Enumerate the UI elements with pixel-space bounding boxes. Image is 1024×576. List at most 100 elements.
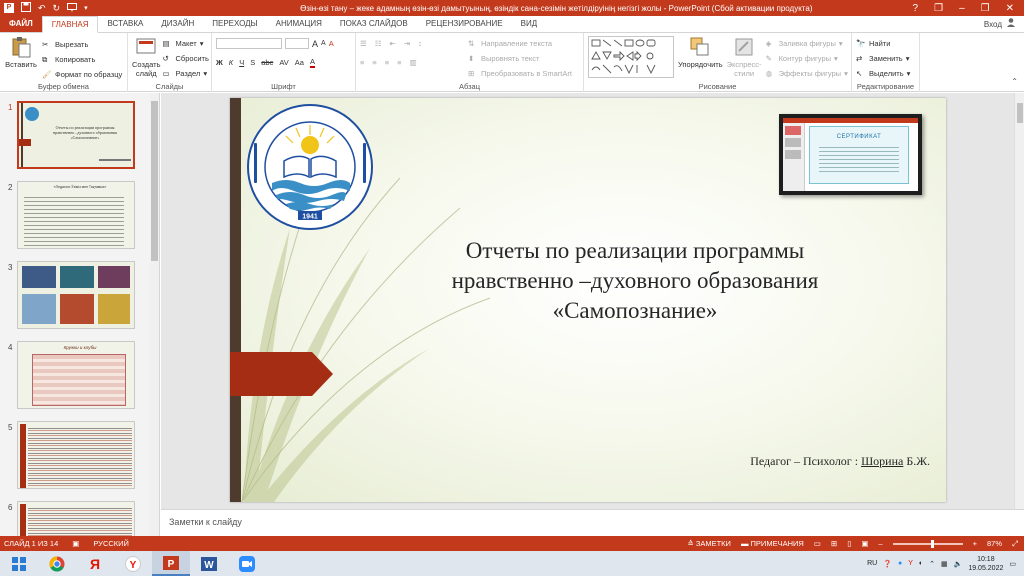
- shape-fill-button[interactable]: ◈ Заливка фигуры ▾: [766, 36, 848, 51]
- slide-canvas[interactable]: 1941 СЕРТИФИКАТ Отчеты по реализации про…: [230, 98, 946, 502]
- slide-title[interactable]: Отчеты по реализации программы нравствен…: [410, 236, 860, 326]
- notes-toggle[interactable]: ≙ ЗАМЕТКИ: [687, 539, 731, 548]
- customize-qat-icon[interactable]: ▾: [84, 4, 88, 12]
- replace-button[interactable]: ⇄ Заменить ▾: [856, 51, 915, 66]
- volume-icon[interactable]: 🔈: [954, 560, 963, 568]
- taskbar-yandex-browser[interactable]: Y: [114, 551, 152, 576]
- language-indicator[interactable]: РУССКИЙ: [93, 539, 129, 548]
- network-icon[interactable]: ▦: [941, 560, 948, 568]
- taskbar-chrome[interactable]: [38, 551, 76, 576]
- strikethrough-button[interactable]: abc: [261, 58, 273, 67]
- grow-font-button[interactable]: A: [312, 39, 318, 49]
- tab-slideshow[interactable]: ПОКАЗ СЛАЙДОВ: [331, 16, 417, 32]
- close-button[interactable]: ✕: [1006, 3, 1014, 14]
- zoom-in-button[interactable]: +: [973, 539, 977, 548]
- input-language[interactable]: RU: [867, 560, 877, 567]
- align-text-button[interactable]: ⬍ Выровнять текст: [468, 51, 572, 66]
- cut-button[interactable]: ✂ Вырезать: [42, 37, 122, 52]
- collapse-ribbon-icon[interactable]: ⌃: [1011, 33, 1024, 91]
- clear-format-button[interactable]: A: [329, 39, 334, 48]
- italic-button[interactable]: К: [229, 58, 233, 67]
- zoom-slider[interactable]: [892, 539, 963, 548]
- numbering-icon[interactable]: ☷: [375, 39, 382, 48]
- normal-view-icon[interactable]: ▭: [814, 539, 821, 548]
- tab-review[interactable]: РЕЦЕНЗИРОВАНИЕ: [417, 16, 512, 32]
- bullets-icon[interactable]: ☰: [360, 39, 367, 48]
- columns-icon[interactable]: ▥: [410, 58, 417, 67]
- slide-thumbnails-pane[interactable]: 1 Отчеты по реализации программы нравств…: [0, 93, 160, 536]
- slide-thumbnail-6[interactable]: 6: [0, 501, 150, 536]
- clock[interactable]: 10:18 19.05.2022: [968, 555, 1003, 573]
- align-left-icon[interactable]: ≡: [360, 58, 364, 67]
- justify-icon[interactable]: ≡: [397, 58, 401, 67]
- reset-button[interactable]: ↺ Сбросить: [163, 51, 209, 66]
- select-button[interactable]: ↖ Выделить ▾: [856, 66, 915, 81]
- slide-sorter-icon[interactable]: ⊞: [831, 539, 837, 548]
- increase-indent-icon[interactable]: ⇥: [404, 39, 410, 48]
- slide-thumbnail-1[interactable]: 1 Отчеты по реализации программы нравств…: [0, 101, 150, 171]
- font-size-input[interactable]: [285, 38, 309, 49]
- format-painter-button[interactable]: 🖌 Формат по образцу: [42, 67, 122, 82]
- tray-icon[interactable]: Y: [908, 560, 913, 567]
- scrollbar-thumb[interactable]: [1017, 103, 1023, 123]
- zoom-percent[interactable]: 87%: [987, 539, 1002, 548]
- shadow-button[interactable]: S: [250, 58, 255, 67]
- chevron-up-icon[interactable]: ⌃: [929, 560, 935, 568]
- zoom-out-button[interactable]: –: [878, 539, 882, 548]
- tab-home[interactable]: ГЛАВНАЯ: [41, 16, 99, 33]
- tab-view[interactable]: ВИД: [512, 16, 547, 32]
- spellcheck-icon[interactable]: ▣: [72, 539, 79, 548]
- layout-button[interactable]: ▤ Макет ▾: [163, 36, 209, 51]
- notifications-icon[interactable]: ▭: [1009, 560, 1016, 568]
- font-color-button[interactable]: A: [309, 57, 315, 68]
- bold-button[interactable]: Ж: [216, 58, 223, 67]
- slide-thumbnail-4[interactable]: 4 Кружки и клубы: [0, 341, 150, 411]
- underline-button[interactable]: Ч: [239, 58, 244, 67]
- taskbar-word[interactable]: W: [190, 551, 228, 576]
- present-from-start-icon[interactable]: [67, 2, 78, 14]
- align-center-icon[interactable]: ≡: [372, 58, 376, 67]
- save-icon[interactable]: [21, 2, 31, 14]
- tab-animations[interactable]: АНИМАЦИЯ: [267, 16, 331, 32]
- change-case-button[interactable]: Aa: [295, 58, 304, 67]
- ribbon-display-button[interactable]: ❐: [934, 3, 943, 14]
- line-spacing-icon[interactable]: ↕: [418, 39, 422, 48]
- slide-subtitle[interactable]: Педагог – Психолог : Шорина Б.Ж.: [670, 454, 930, 469]
- tab-insert[interactable]: ВСТАВКА: [98, 16, 152, 32]
- shrink-font-button[interactable]: A: [321, 40, 326, 47]
- zoom-slider-knob[interactable]: [931, 539, 935, 548]
- taskbar-zoom[interactable]: [228, 551, 266, 576]
- fit-to-window-icon[interactable]: ⤢: [1012, 539, 1018, 549]
- smartart-button[interactable]: ⊞ Преобразовать в SmartArt: [468, 66, 572, 81]
- thumbnails-scrollbar[interactable]: [150, 93, 159, 536]
- tab-transitions[interactable]: ПЕРЕХОДЫ: [203, 16, 266, 32]
- section-button[interactable]: ▭ Раздел ▾: [163, 66, 209, 81]
- undo-icon[interactable]: ↶: [38, 3, 46, 14]
- maximize-button[interactable]: ❐: [981, 3, 990, 14]
- scrollbar-thumb[interactable]: [151, 101, 158, 261]
- slide-thumbnail-5[interactable]: 5: [0, 421, 150, 491]
- decrease-indent-icon[interactable]: ⇤: [389, 39, 395, 48]
- notes-pane[interactable]: Заметки к слайду: [161, 509, 1024, 536]
- slideshow-icon[interactable]: ▣: [861, 539, 868, 548]
- help-tray-icon[interactable]: ❓: [883, 560, 892, 568]
- shape-effects-button[interactable]: ◍ Эффекты фигуры ▾: [766, 66, 848, 81]
- comments-toggle[interactable]: ▬ ПРИМЕЧАНИЯ: [741, 539, 804, 548]
- find-button[interactable]: 🔭 Найти: [856, 36, 915, 51]
- help-button[interactable]: ?: [913, 3, 919, 14]
- text-direction-button[interactable]: ⇅ Направление текста: [468, 36, 572, 51]
- sign-in[interactable]: Вход: [984, 17, 1024, 32]
- tray-icon[interactable]: ◐: [919, 560, 923, 567]
- slide-thumbnail-3[interactable]: 3: [0, 261, 150, 331]
- slide-thumbnail-2[interactable]: 2 «Педагоги Ўзіміз мен Тақтамыз»: [0, 181, 150, 251]
- taskbar-powerpoint[interactable]: P: [152, 551, 190, 576]
- paste-button[interactable]: Вставить: [4, 36, 38, 80]
- redo-icon[interactable]: ↻: [53, 3, 61, 14]
- char-spacing-button[interactable]: AV: [279, 58, 288, 67]
- copy-button[interactable]: ⧉ Копировать: [42, 52, 122, 67]
- align-right-icon[interactable]: ≡: [385, 58, 389, 67]
- quick-styles-button[interactable]: Экспресс-стили: [727, 36, 762, 80]
- tab-file[interactable]: ФАЙЛ: [0, 16, 42, 32]
- tray-icon[interactable]: ●: [898, 560, 902, 567]
- start-button[interactable]: [0, 551, 38, 576]
